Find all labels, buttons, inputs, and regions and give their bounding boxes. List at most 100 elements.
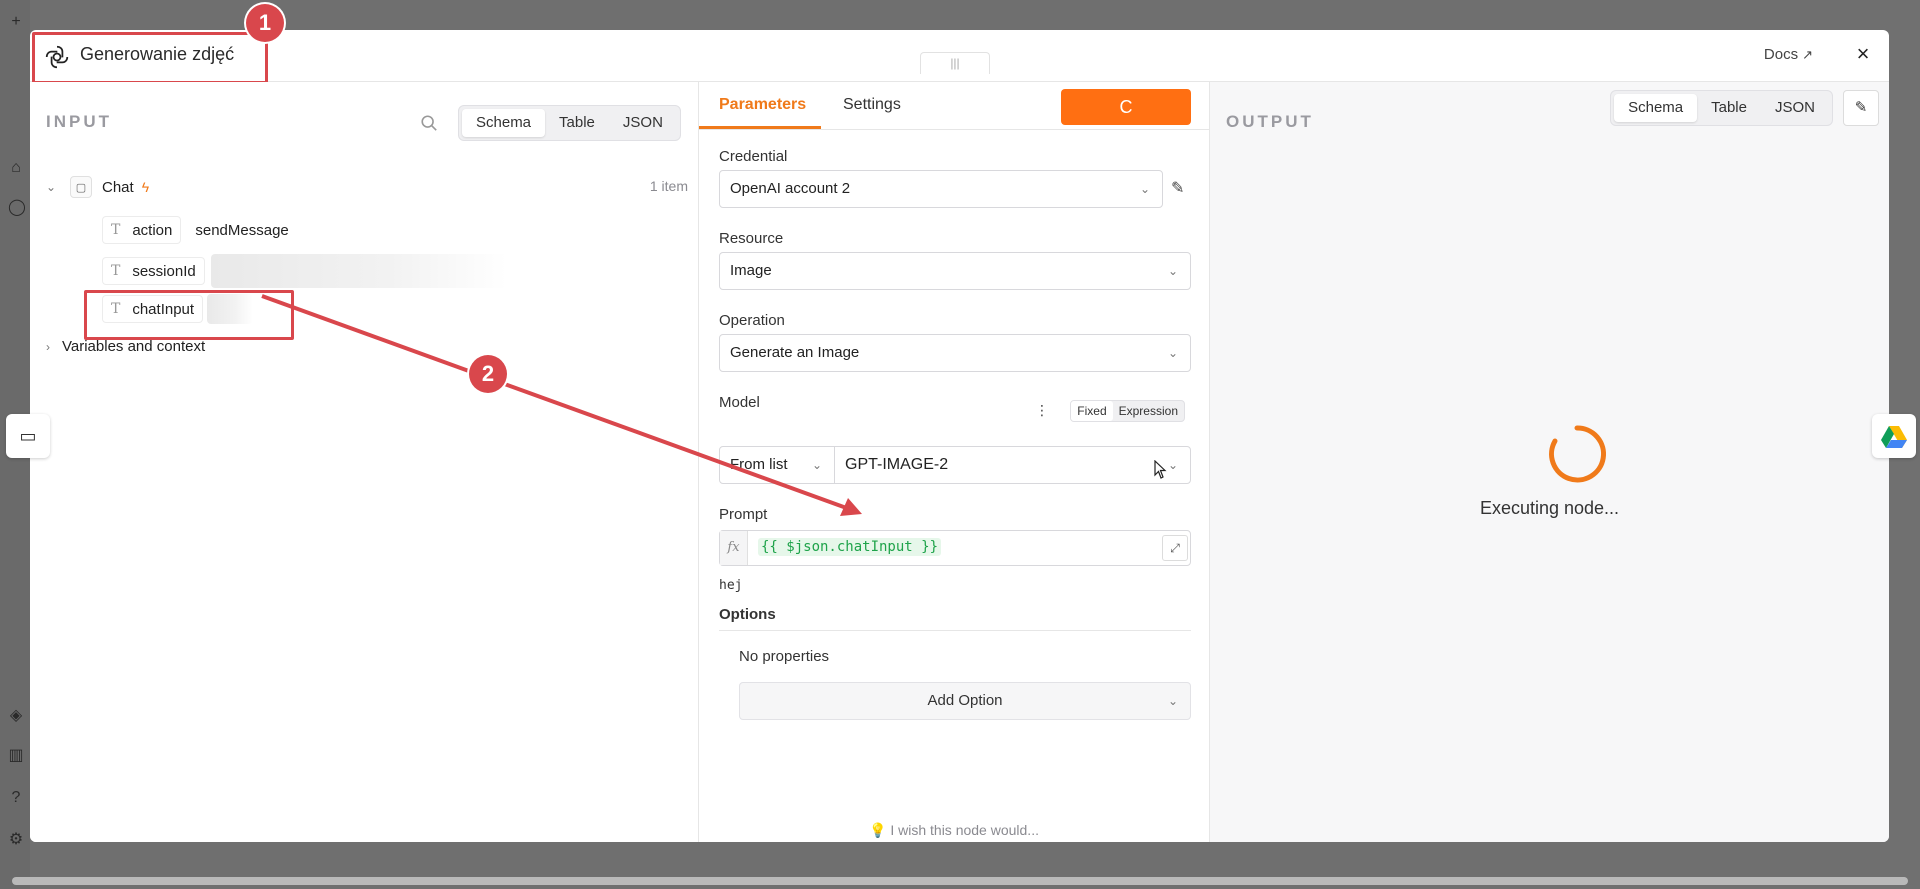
tab-parameters[interactable]: Parameters xyxy=(719,96,806,114)
lightbulb-icon: 💡 xyxy=(869,822,887,838)
execution-status: Executing node... xyxy=(1479,498,1620,518)
tab-settings[interactable]: Settings xyxy=(843,96,901,114)
field-row-action[interactable]: Taction sendMessage xyxy=(102,216,289,244)
chevron-down-icon[interactable]: ⌄ xyxy=(46,180,62,194)
field-value: sendMessage xyxy=(195,221,289,239)
fixed-expression-toggle: Fixed Expression xyxy=(1070,400,1185,422)
credential-value: OpenAI account 2 xyxy=(730,180,851,197)
field-pill-action[interactable]: Taction xyxy=(102,216,182,244)
google-drive-node-button[interactable] xyxy=(1872,414,1916,458)
input-section-label: INPUT xyxy=(46,112,112,131)
input-tab-schema[interactable]: Schema xyxy=(462,109,546,137)
prompt-preview: hej xyxy=(719,578,743,593)
chevron-down-icon: ⌄ xyxy=(1167,458,1178,472)
chevron-down-icon: ⌄ xyxy=(1167,346,1178,360)
chat-node-row[interactable]: ⌄ ▢ Chat ϟ xyxy=(46,176,149,198)
annotation-badge-2: 2 xyxy=(469,355,507,393)
feedback-text: I wish this node would... xyxy=(890,822,1039,838)
docs-link[interactable]: Docs ↗ xyxy=(1764,46,1813,63)
docs-label: Docs xyxy=(1763,46,1799,63)
model-source-select[interactable]: From list ⌄ xyxy=(719,446,835,484)
feedback-link[interactable]: 💡 I wish this node would... xyxy=(699,822,1209,839)
input-tab-table[interactable]: Table xyxy=(545,109,609,137)
variables-context-row[interactable]: › Variables and context xyxy=(46,338,205,355)
settings-icon: ⚙ xyxy=(8,831,24,848)
text-type-icon: T xyxy=(111,263,121,279)
chat-node-icon: ▢ xyxy=(70,176,92,198)
prompt-input[interactable]: fx {{ $json.chatInput }} ⤢ xyxy=(719,530,1191,566)
close-button[interactable]: × xyxy=(1851,42,1875,66)
model-value: GPT-IMAGE-2 xyxy=(845,456,949,473)
field-pill-sessionid[interactable]: TsessionId xyxy=(102,257,205,285)
annotation-badge-1: 1 xyxy=(246,4,284,42)
help-icon: ? xyxy=(11,789,21,806)
fixed-mode-button[interactable]: Fixed xyxy=(1071,401,1113,421)
no-properties-text: No properties xyxy=(739,648,830,665)
edit-output-icon[interactable]: ✎ xyxy=(1843,90,1879,126)
chat-node-name: Chat xyxy=(102,178,134,196)
expand-editor-icon[interactable]: ⤢ xyxy=(1162,535,1188,561)
panel-drag-handle[interactable]: ||| xyxy=(920,52,990,74)
resource-label: Resource xyxy=(719,230,784,247)
model-select[interactable]: GPT-IMAGE-2 ⌄ xyxy=(834,446,1191,484)
expression-fx-icon: fx xyxy=(720,531,748,565)
chevron-down-icon: ⌄ xyxy=(1167,694,1178,708)
cube-icon: ◈ xyxy=(9,707,23,724)
field-name: action xyxy=(132,221,173,239)
more-options-icon[interactable]: ⋮ xyxy=(1035,402,1049,419)
add-option-label: Add Option xyxy=(927,692,1003,709)
annotation-box-chatinput xyxy=(84,290,294,340)
plus-icon: + xyxy=(11,13,21,30)
options-divider xyxy=(719,630,1191,631)
chevron-right-icon[interactable]: › xyxy=(46,340,62,354)
parameter-tabs: Parameters Settings C xyxy=(699,82,1209,130)
active-tab-underline xyxy=(699,126,821,129)
item-count: 1 item xyxy=(649,178,688,194)
chat-bubble-icon: ◯ xyxy=(8,199,26,216)
output-section-label: OUTPUT xyxy=(1226,112,1314,131)
chevron-down-icon: ⌄ xyxy=(811,458,822,472)
model-source-value: From list xyxy=(730,456,788,473)
parameters-panel: Parameters Settings C Credential OpenAI … xyxy=(698,82,1210,842)
output-tab-schema[interactable]: Schema xyxy=(1614,94,1698,122)
operation-value: Generate an Image xyxy=(730,344,860,361)
input-panel: INPUT Schema Table JSON ⌄ ▢ Chat ϟ 1 ite… xyxy=(30,82,698,842)
text-type-icon: T xyxy=(111,222,121,238)
operation-select[interactable]: Generate an Image ⌄ xyxy=(719,334,1191,372)
field-name: sessionId xyxy=(132,262,196,280)
operation-label: Operation xyxy=(719,312,785,329)
annotation-box-title xyxy=(32,32,268,84)
output-view-toggle: Schema Table JSON xyxy=(1610,90,1833,126)
bar-chart-icon: ▥ xyxy=(8,747,24,764)
open-chat-button[interactable]: ▭ xyxy=(6,414,50,458)
external-link-icon: ↗ xyxy=(1802,47,1813,62)
credential-label: Credential xyxy=(719,148,788,165)
field-row-sessionid[interactable]: TsessionId xyxy=(102,254,507,288)
expression-mode-button[interactable]: Expression xyxy=(1113,401,1184,421)
variables-label: Variables and context xyxy=(62,338,206,355)
edit-credential-icon[interactable]: ✎ xyxy=(1171,178,1184,198)
mouse-cursor-icon xyxy=(1154,460,1167,479)
redacted-value xyxy=(210,254,507,288)
credential-select[interactable]: OpenAI account 2 ⌄ xyxy=(719,170,1163,208)
loading-spinner-icon xyxy=(1549,425,1607,483)
search-icon[interactable] xyxy=(420,114,438,132)
home-icon: ⌂ xyxy=(11,159,21,176)
resource-select[interactable]: Image ⌄ xyxy=(719,252,1191,290)
execute-step-button[interactable]: C xyxy=(1061,89,1191,125)
input-tab-json[interactable]: JSON xyxy=(609,109,677,137)
model-label: Model xyxy=(719,394,760,411)
output-tab-table[interactable]: Table xyxy=(1697,94,1761,122)
trigger-bolt-icon: ϟ xyxy=(141,179,150,195)
output-tab-json[interactable]: JSON xyxy=(1761,94,1829,122)
output-panel: OUTPUT Schema Table JSON ✎ Executing nod… xyxy=(1210,82,1889,842)
prompt-expression[interactable]: {{ $json.chatInput }} xyxy=(758,538,942,556)
resource-value: Image xyxy=(730,262,772,279)
add-option-button[interactable]: Add Option ⌄ xyxy=(739,682,1191,720)
google-drive-icon xyxy=(1881,426,1907,448)
options-label: Options xyxy=(719,606,776,623)
horizontal-scrollbar[interactable] xyxy=(12,877,1908,885)
prompt-label: Prompt xyxy=(719,506,768,523)
chat-icon: ▭ xyxy=(19,426,37,446)
chevron-down-icon: ⌄ xyxy=(1167,264,1178,278)
